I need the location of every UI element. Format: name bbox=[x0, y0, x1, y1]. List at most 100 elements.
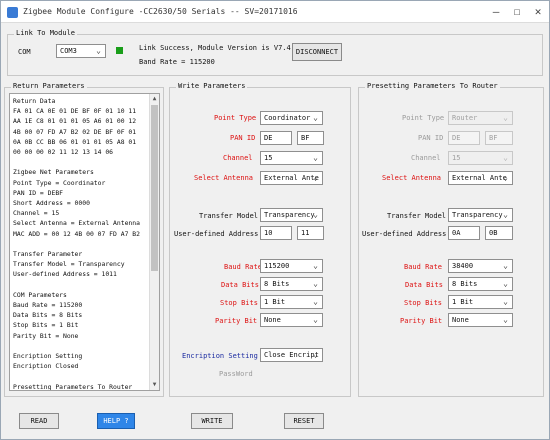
write-address-low-input[interactable]: 11 bbox=[297, 226, 324, 240]
maximize-button[interactable]: ☐ bbox=[508, 3, 526, 21]
write-address-label: User-defined Address bbox=[174, 230, 259, 238]
router-parity-select[interactable]: None ⌄ bbox=[448, 313, 513, 327]
return-scrollbar[interactable]: ▲ ▼ bbox=[149, 94, 159, 390]
chevron-down-icon: ⌄ bbox=[313, 113, 318, 122]
connection-status-icon bbox=[116, 47, 123, 54]
return-line: User-defined Address = 1011 bbox=[13, 270, 117, 279]
write-stop-bits-value: 1 Bit bbox=[264, 298, 286, 306]
return-line: Channel = 15 bbox=[13, 209, 60, 218]
close-button[interactable]: ✕ bbox=[529, 3, 547, 21]
help-button[interactable]: HELP ? bbox=[97, 413, 135, 429]
write-baud-select[interactable]: 115200 ⌄ bbox=[260, 259, 323, 273]
chevron-down-icon: ⌄ bbox=[313, 279, 318, 288]
return-line: 4B 00 07 FD A7 B2 02 DE BF 0F 01 bbox=[13, 127, 137, 136]
write-channel-value: 15 bbox=[264, 154, 273, 162]
router-address-high-input[interactable]: 0A bbox=[448, 226, 480, 240]
chevron-down-icon: ⌄ bbox=[96, 46, 101, 55]
return-line: Encription Closed bbox=[13, 362, 79, 371]
write-point-type-select[interactable]: Coordinator ⌄ bbox=[260, 111, 323, 125]
router-transfer-label: Transfer Model bbox=[387, 212, 447, 220]
write-pan-id-low-input[interactable]: BF bbox=[297, 131, 324, 145]
return-line: Zigbee Net Parameters bbox=[13, 168, 94, 177]
router-point-type-value: Router bbox=[452, 114, 478, 122]
chevron-down-icon: ⌄ bbox=[503, 153, 508, 162]
router-baud-select[interactable]: 38400 ⌄ bbox=[448, 259, 513, 273]
chevron-down-icon: ⌄ bbox=[313, 297, 318, 306]
com-label: COM bbox=[18, 48, 31, 56]
router-baud-label: Baud Rate bbox=[404, 263, 442, 271]
title-bar: Zigbee Module Configure -CC2630/50 Seria… bbox=[1, 1, 549, 23]
reset-button[interactable]: RESET bbox=[284, 413, 324, 429]
write-channel-select[interactable]: 15 ⌄ bbox=[260, 151, 323, 165]
minimize-button[interactable]: — bbox=[487, 3, 505, 21]
router-stop-bits-value: 1 Bit bbox=[452, 298, 474, 306]
write-transfer-select[interactable]: Transparency ⌄ bbox=[260, 208, 323, 222]
router-stop-bits-select[interactable]: 1 Bit ⌄ bbox=[448, 295, 513, 309]
scroll-thumb[interactable] bbox=[151, 105, 158, 271]
scroll-up-icon[interactable]: ▲ bbox=[150, 94, 159, 104]
return-params-textarea[interactable]: Return Data FA 01 CA 0E 01 DE BF 0F 01 10… bbox=[9, 93, 160, 391]
chevron-down-icon: ⌄ bbox=[313, 153, 318, 162]
write-data-bits-label: Data Bits bbox=[221, 281, 259, 289]
router-data-bits-select[interactable]: 8 Bits ⌄ bbox=[448, 277, 513, 291]
encrypt-select[interactable]: Close Encript ⌄ bbox=[260, 348, 323, 362]
chevron-down-icon: ⌄ bbox=[313, 315, 318, 324]
router-point-type-label: Point Type bbox=[402, 114, 445, 122]
router-point-type-select: Router ⌄ bbox=[448, 111, 513, 125]
write-parity-value: None bbox=[264, 316, 281, 324]
router-channel-value: 15 bbox=[452, 154, 461, 162]
write-pan-id-high-input[interactable]: DE bbox=[260, 131, 292, 145]
router-baud-value: 38400 bbox=[452, 262, 474, 270]
router-stop-bits-label: Stop Bits bbox=[404, 299, 442, 307]
return-line: Return Data bbox=[13, 97, 56, 105]
write-parity-label: Parity Bit bbox=[215, 317, 258, 325]
write-button[interactable]: WRITE bbox=[191, 413, 233, 429]
return-line: Transfer Parameter bbox=[13, 250, 83, 258]
disconnect-button[interactable]: DISCONNECT bbox=[292, 43, 342, 61]
com-select[interactable]: COM3 ⌄ bbox=[56, 44, 106, 58]
link-group-label: Link To Module bbox=[14, 29, 78, 37]
baud-rate-text: Band Rate = 115200 bbox=[139, 58, 215, 66]
return-line: Encription Setting bbox=[13, 352, 83, 360]
write-params-label: Write Parameters bbox=[176, 82, 248, 90]
write-address-high-input[interactable]: 10 bbox=[260, 226, 292, 240]
router-antenna-value: External Ante bbox=[452, 174, 507, 182]
write-baud-value: 115200 bbox=[264, 262, 290, 270]
router-transfer-value: Transparency bbox=[452, 211, 503, 219]
link-status-text: Link Success, Module Version is V7.4 bbox=[139, 44, 291, 52]
chevron-down-icon: ⌄ bbox=[503, 173, 508, 182]
return-line: Baud Rate = 115200 bbox=[13, 301, 83, 309]
chevron-down-icon: ⌄ bbox=[503, 113, 508, 122]
write-parity-select[interactable]: None ⌄ bbox=[260, 313, 323, 327]
chevron-down-icon: ⌄ bbox=[313, 210, 318, 219]
router-address-low-input[interactable]: 0B bbox=[485, 226, 513, 240]
chevron-down-icon: ⌄ bbox=[503, 210, 508, 219]
app-window: Zigbee Module Configure -CC2630/50 Seria… bbox=[0, 0, 550, 440]
chevron-down-icon: ⌄ bbox=[313, 261, 318, 270]
return-line: Data Bits = 8 Bits bbox=[13, 311, 83, 320]
return-params-label: Return Parameters bbox=[11, 82, 87, 90]
router-antenna-select[interactable]: External Ante ⌄ bbox=[448, 171, 513, 185]
router-transfer-select[interactable]: Transparency ⌄ bbox=[448, 208, 513, 222]
read-button[interactable]: READ bbox=[19, 413, 59, 429]
chevron-down-icon: ⌄ bbox=[503, 315, 508, 324]
chevron-down-icon: ⌄ bbox=[503, 261, 508, 270]
scroll-down-icon[interactable]: ▼ bbox=[150, 380, 159, 390]
write-channel-label: Channel bbox=[223, 154, 253, 162]
router-params-label: Presetting Parameters To Router bbox=[365, 82, 500, 90]
return-line: AA 1E C8 01 01 01 05 A6 01 00 12 bbox=[13, 117, 137, 126]
write-pan-id-label: PAN ID bbox=[230, 134, 256, 142]
write-stop-bits-select[interactable]: 1 Bit ⌄ bbox=[260, 295, 323, 309]
write-point-type-label: Point Type bbox=[214, 114, 257, 122]
write-antenna-label: Select Antenna bbox=[194, 174, 254, 182]
encrypt-label: Encription Setting bbox=[182, 352, 258, 360]
chevron-down-icon: ⌄ bbox=[503, 279, 508, 288]
router-address-label: User-defined Address bbox=[362, 230, 447, 238]
write-data-bits-select[interactable]: 8 Bits ⌄ bbox=[260, 277, 323, 291]
app-icon bbox=[7, 7, 18, 18]
return-line: Point Type = Coordinator bbox=[13, 178, 106, 187]
write-baud-label: Baud Rate bbox=[224, 263, 262, 271]
write-antenna-select[interactable]: External Ante ⌄ bbox=[260, 171, 323, 185]
return-line: MAC ADD = 00 12 4B 00 07 FD A7 B2 bbox=[13, 229, 140, 238]
write-point-type-value: Coordinator bbox=[264, 114, 311, 122]
